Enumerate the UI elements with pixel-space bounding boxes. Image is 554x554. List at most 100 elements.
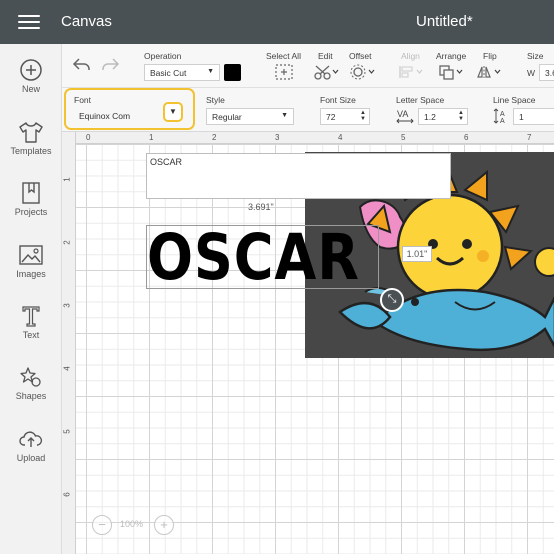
operation-select[interactable]: Basic Cut ▼ <box>144 64 220 81</box>
flip-icon[interactable] <box>476 64 502 85</box>
sidebar-item-label: Projects <box>14 207 48 217</box>
plus-circle-icon <box>20 59 42 81</box>
letter-space-input[interactable]: 1.2 ▲ ▼ <box>418 108 468 125</box>
ruler-tick-label: 4 <box>338 133 343 142</box>
offset-label: Offset <box>349 51 372 61</box>
line-space-icon: AA <box>493 108 509 129</box>
font-dropdown-button[interactable]: ▼ <box>163 102 183 122</box>
zoom-in-button[interactable]: + <box>154 515 174 535</box>
text-edit-field[interactable]: OSCAR <box>146 153 451 199</box>
align-label: Align <box>401 51 420 61</box>
sidebar-item-label: Text <box>22 330 40 340</box>
ruler-tick-label: 3 <box>275 133 280 142</box>
ruler-tick-label: 6 <box>62 492 72 497</box>
chevron-down-icon: ▼ <box>281 112 288 119</box>
ruler-tick-label: 3 <box>62 303 72 308</box>
operation-value: Basic Cut <box>150 68 187 78</box>
edit-scissors-icon[interactable] <box>314 64 340 85</box>
sidebar-item-label: New <box>21 84 40 94</box>
height-readout: 1.01" <box>402 246 432 262</box>
shapes-icon <box>20 367 41 387</box>
ruler-tick-label: 0 <box>86 133 91 142</box>
font-label: Font <box>74 95 92 105</box>
select-all-label: Select All <box>266 51 301 61</box>
svg-text:A: A <box>500 111 505 118</box>
letter-space-icon: VA <box>396 108 414 129</box>
document-title[interactable]: Untitled* <box>416 13 473 30</box>
sidebar-item-label: Upload <box>16 453 46 463</box>
sidebar-item-templates[interactable]: Templates <box>0 120 62 176</box>
sidebar-item-label: Images <box>16 269 46 279</box>
line-space-label: Line Space <box>493 95 536 105</box>
bookmark-icon <box>22 182 40 204</box>
sidebar-item-text[interactable]: Text <box>0 304 62 360</box>
line-space-value: 1 <box>519 112 524 122</box>
font-size-value: 72 <box>326 112 336 122</box>
ruler-tick-label: 1 <box>149 133 154 142</box>
left-sidebar: New Templates Projects Images Text Shape… <box>0 44 62 554</box>
flip-label: Flip <box>483 51 497 61</box>
operation-label: Operation <box>144 51 182 61</box>
main-toolbar: Operation Basic Cut ▼ Select All Edit Of… <box>62 44 554 88</box>
arrange-label: Arrange <box>436 51 467 61</box>
svg-text:A: A <box>500 118 505 124</box>
arrange-icon[interactable] <box>438 64 464 85</box>
title-bar: Canvas Untitled* <box>0 0 554 44</box>
sidebar-item-images[interactable]: Images <box>0 243 62 299</box>
ruler-tick-label: 5 <box>62 429 72 434</box>
chevron-down-icon: ▼ <box>207 68 214 75</box>
ruler-tick-label: 5 <box>401 133 406 142</box>
image-icon <box>19 245 43 265</box>
hamburger-menu-icon[interactable] <box>18 13 42 31</box>
sidebar-item-shapes[interactable]: Shapes <box>0 365 62 421</box>
zoom-controls: − 100% + <box>92 514 176 536</box>
size-label: Size <box>527 51 544 61</box>
width-readout: 3.691" <box>248 202 274 212</box>
ruler-tick-label: 7 <box>527 133 532 142</box>
text-icon <box>22 306 40 327</box>
left-ruler: 1 2 3 4 5 6 <box>62 132 76 554</box>
width-input[interactable]: 3.6 <box>539 64 554 81</box>
stepper-arrows-icon[interactable]: ▲ ▼ <box>458 110 464 122</box>
ruler-tick-label: 4 <box>62 366 72 371</box>
sidebar-item-label: Shapes <box>15 391 47 401</box>
chevron-down-icon: ▼ <box>169 107 177 116</box>
color-swatch[interactable] <box>224 64 241 81</box>
offset-icon[interactable] <box>350 64 376 85</box>
zoom-value: 100% <box>120 519 144 529</box>
style-select[interactable]: Regular ▼ <box>206 108 294 125</box>
svg-text:VA: VA <box>397 109 408 119</box>
select-all-icon[interactable] <box>275 64 293 85</box>
edit-label: Edit <box>318 51 333 61</box>
ruler-tick-label: 6 <box>464 133 469 142</box>
resize-handle-icon[interactable]: ⤡ <box>380 288 404 312</box>
redo-icon[interactable] <box>100 56 120 77</box>
sidebar-item-upload[interactable]: Upload <box>0 427 62 483</box>
top-ruler: 0 1 2 3 4 5 6 7 <box>62 132 554 144</box>
font-value[interactable]: Equinox Com <box>79 111 130 121</box>
font-size-input[interactable]: 72 ▲ ▼ <box>320 108 370 125</box>
text-toolbar: Font Equinox Com ▼ Style Regular ▼ Font … <box>62 88 554 132</box>
letter-space-value: 1.2 <box>424 112 436 122</box>
app-title: Canvas <box>61 13 112 30</box>
ruler-tick-label: 1 <box>62 177 72 182</box>
tshirt-icon <box>19 122 43 143</box>
ruler-tick-label: 2 <box>62 240 72 245</box>
line-space-input[interactable]: 1 <box>513 108 554 125</box>
style-label: Style <box>206 95 225 105</box>
font-size-label: Font Size <box>320 95 356 105</box>
cloud-upload-icon <box>19 431 43 447</box>
undo-icon[interactable] <box>72 56 92 77</box>
style-value: Regular <box>212 112 242 122</box>
size-w-label: W <box>527 68 536 78</box>
width-value: 3.6 <box>545 68 554 78</box>
sidebar-item-label: Templates <box>10 146 52 156</box>
ruler-tick-label: 2 <box>212 133 217 142</box>
sidebar-item-new[interactable]: New <box>0 58 62 114</box>
sidebar-item-projects[interactable]: Projects <box>0 181 62 237</box>
zoom-out-button[interactable]: − <box>92 515 112 535</box>
text-object-selection-box[interactable] <box>146 225 379 289</box>
align-icon[interactable] <box>398 64 424 85</box>
letter-space-label: Letter Space <box>396 95 445 105</box>
stepper-arrows-icon[interactable]: ▲ ▼ <box>360 110 366 122</box>
